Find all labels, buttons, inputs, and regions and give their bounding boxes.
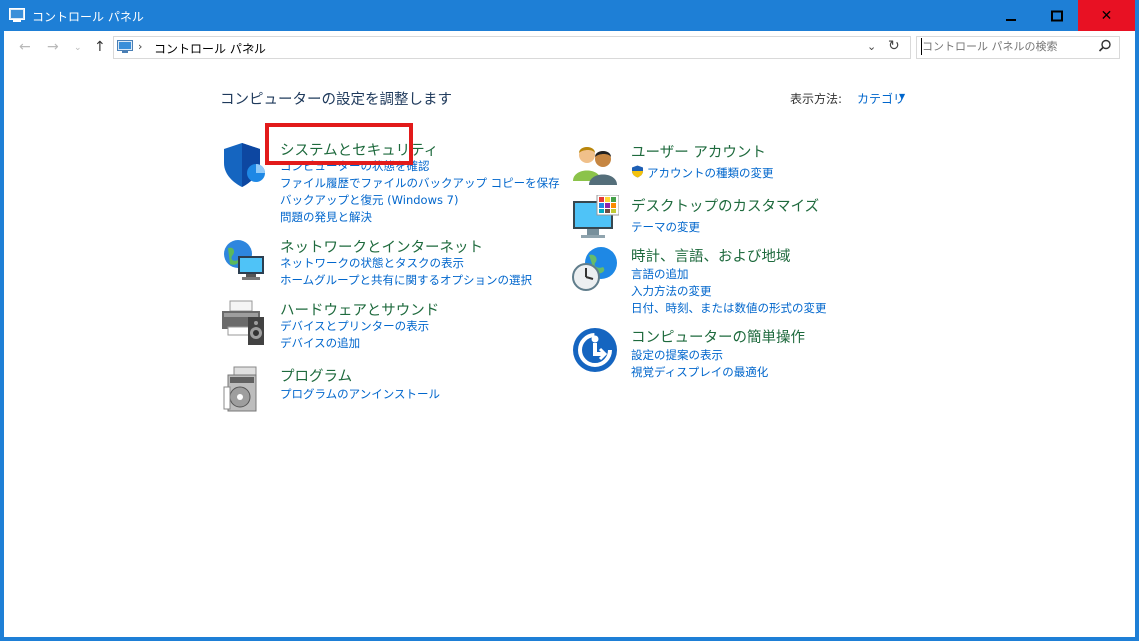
- category-title[interactable]: 時計、言語、および地域: [631, 245, 791, 266]
- view-by-dropdown[interactable]: カテゴリ: [857, 90, 905, 107]
- search-icon[interactable]: [1098, 39, 1112, 53]
- window-body: ← → ⌄ ↑ › コントロール パネル › ⌄ ↻ コンピューターの設定を調整…: [4, 31, 1135, 637]
- category-link[interactable]: デバイスとプリンターの表示: [280, 318, 429, 334]
- category-link[interactable]: 問題の発見と解決: [280, 209, 372, 225]
- category-link[interactable]: デバイスの追加: [280, 335, 360, 351]
- close-icon: ✕: [1100, 7, 1113, 24]
- category-link[interactable]: 日付、時刻、または数値の形式の変更: [631, 300, 827, 316]
- back-arrow-icon[interactable]: ←: [19, 39, 31, 55]
- category-title[interactable]: プログラム: [280, 365, 352, 386]
- monitor-palette-icon: [573, 195, 619, 238]
- category-title[interactable]: ハードウェアとサウンド: [280, 299, 439, 320]
- ease-of-access-icon: [573, 328, 617, 372]
- shield-icon: [224, 143, 265, 187]
- up-arrow-icon[interactable]: ↑: [94, 39, 106, 55]
- category-link[interactable]: 入力方法の変更: [631, 283, 712, 299]
- page-title: コンピューターの設定を調整します: [220, 92, 452, 108]
- minimize-icon: [1005, 18, 1016, 21]
- view-by-chevron-icon[interactable]: ▼: [899, 92, 905, 101]
- category-link[interactable]: ネットワークの状態とタスクの表示: [280, 255, 464, 271]
- search-box[interactable]: [916, 36, 1120, 59]
- minimize-button[interactable]: [988, 0, 1033, 31]
- view-by-label: 表示方法:: [790, 92, 843, 106]
- maximize-button[interactable]: [1034, 0, 1079, 31]
- network-globe-icon: [224, 240, 264, 280]
- category-link[interactable]: プログラムのアンインストール: [280, 386, 440, 402]
- window-bottom-border: [0, 637, 1139, 641]
- category-link[interactable]: バックアップと復元 (Windows 7): [280, 192, 458, 208]
- forward-arrow-icon[interactable]: →: [47, 39, 59, 55]
- category-title[interactable]: ユーザー アカウント: [631, 141, 766, 162]
- control-panel-location-icon: [117, 40, 133, 53]
- category-title[interactable]: デスクトップのカスタマイズ: [631, 195, 819, 216]
- address-bar[interactable]: › コントロール パネル › ⌄ ↻: [113, 36, 911, 59]
- printer-speaker-icon: [222, 300, 264, 345]
- category-link[interactable]: ファイル履歴でファイルのバックアップ コピーを保存: [280, 175, 560, 191]
- users-icon: [573, 147, 617, 185]
- breadcrumb-separator-icon[interactable]: ›: [138, 40, 142, 53]
- category-link[interactable]: アカウントの種類の変更: [647, 165, 774, 181]
- category-link[interactable]: ホームグループと共有に関するオプションの選択: [280, 272, 532, 288]
- category-link[interactable]: テーマの変更: [631, 219, 700, 235]
- category-link[interactable]: 言語の追加: [631, 266, 689, 282]
- category-link[interactable]: 視覚ディスプレイの最適化: [631, 364, 768, 380]
- title-bar: コントロール パネル ✕: [0, 0, 1135, 31]
- window-title: コントロール パネル: [32, 10, 144, 24]
- control-panel-icon: [9, 8, 25, 22]
- clock-globe-icon: [572, 247, 617, 291]
- search-input[interactable]: [921, 38, 1092, 55]
- refresh-icon[interactable]: ↻: [888, 38, 900, 54]
- recent-locations-chevron-icon[interactable]: ⌄: [74, 43, 82, 53]
- category-title[interactable]: ネットワークとインターネット: [280, 236, 483, 257]
- breadcrumb-separator-icon[interactable]: ›: [250, 40, 254, 53]
- navigation-bar: ← → ⌄ ↑ › コントロール パネル › ⌄ ↻: [4, 31, 1135, 63]
- close-button[interactable]: ✕: [1078, 0, 1135, 31]
- address-dropdown-icon[interactable]: ⌄: [867, 40, 876, 53]
- maximize-icon: [1050, 10, 1063, 21]
- uac-shield-icon: [632, 165, 643, 178]
- category-title[interactable]: コンピューターの簡単操作: [631, 326, 805, 347]
- category-link[interactable]: 設定の提案の表示: [631, 347, 723, 363]
- programs-disc-icon: [223, 366, 257, 412]
- highlight-box: [265, 123, 413, 165]
